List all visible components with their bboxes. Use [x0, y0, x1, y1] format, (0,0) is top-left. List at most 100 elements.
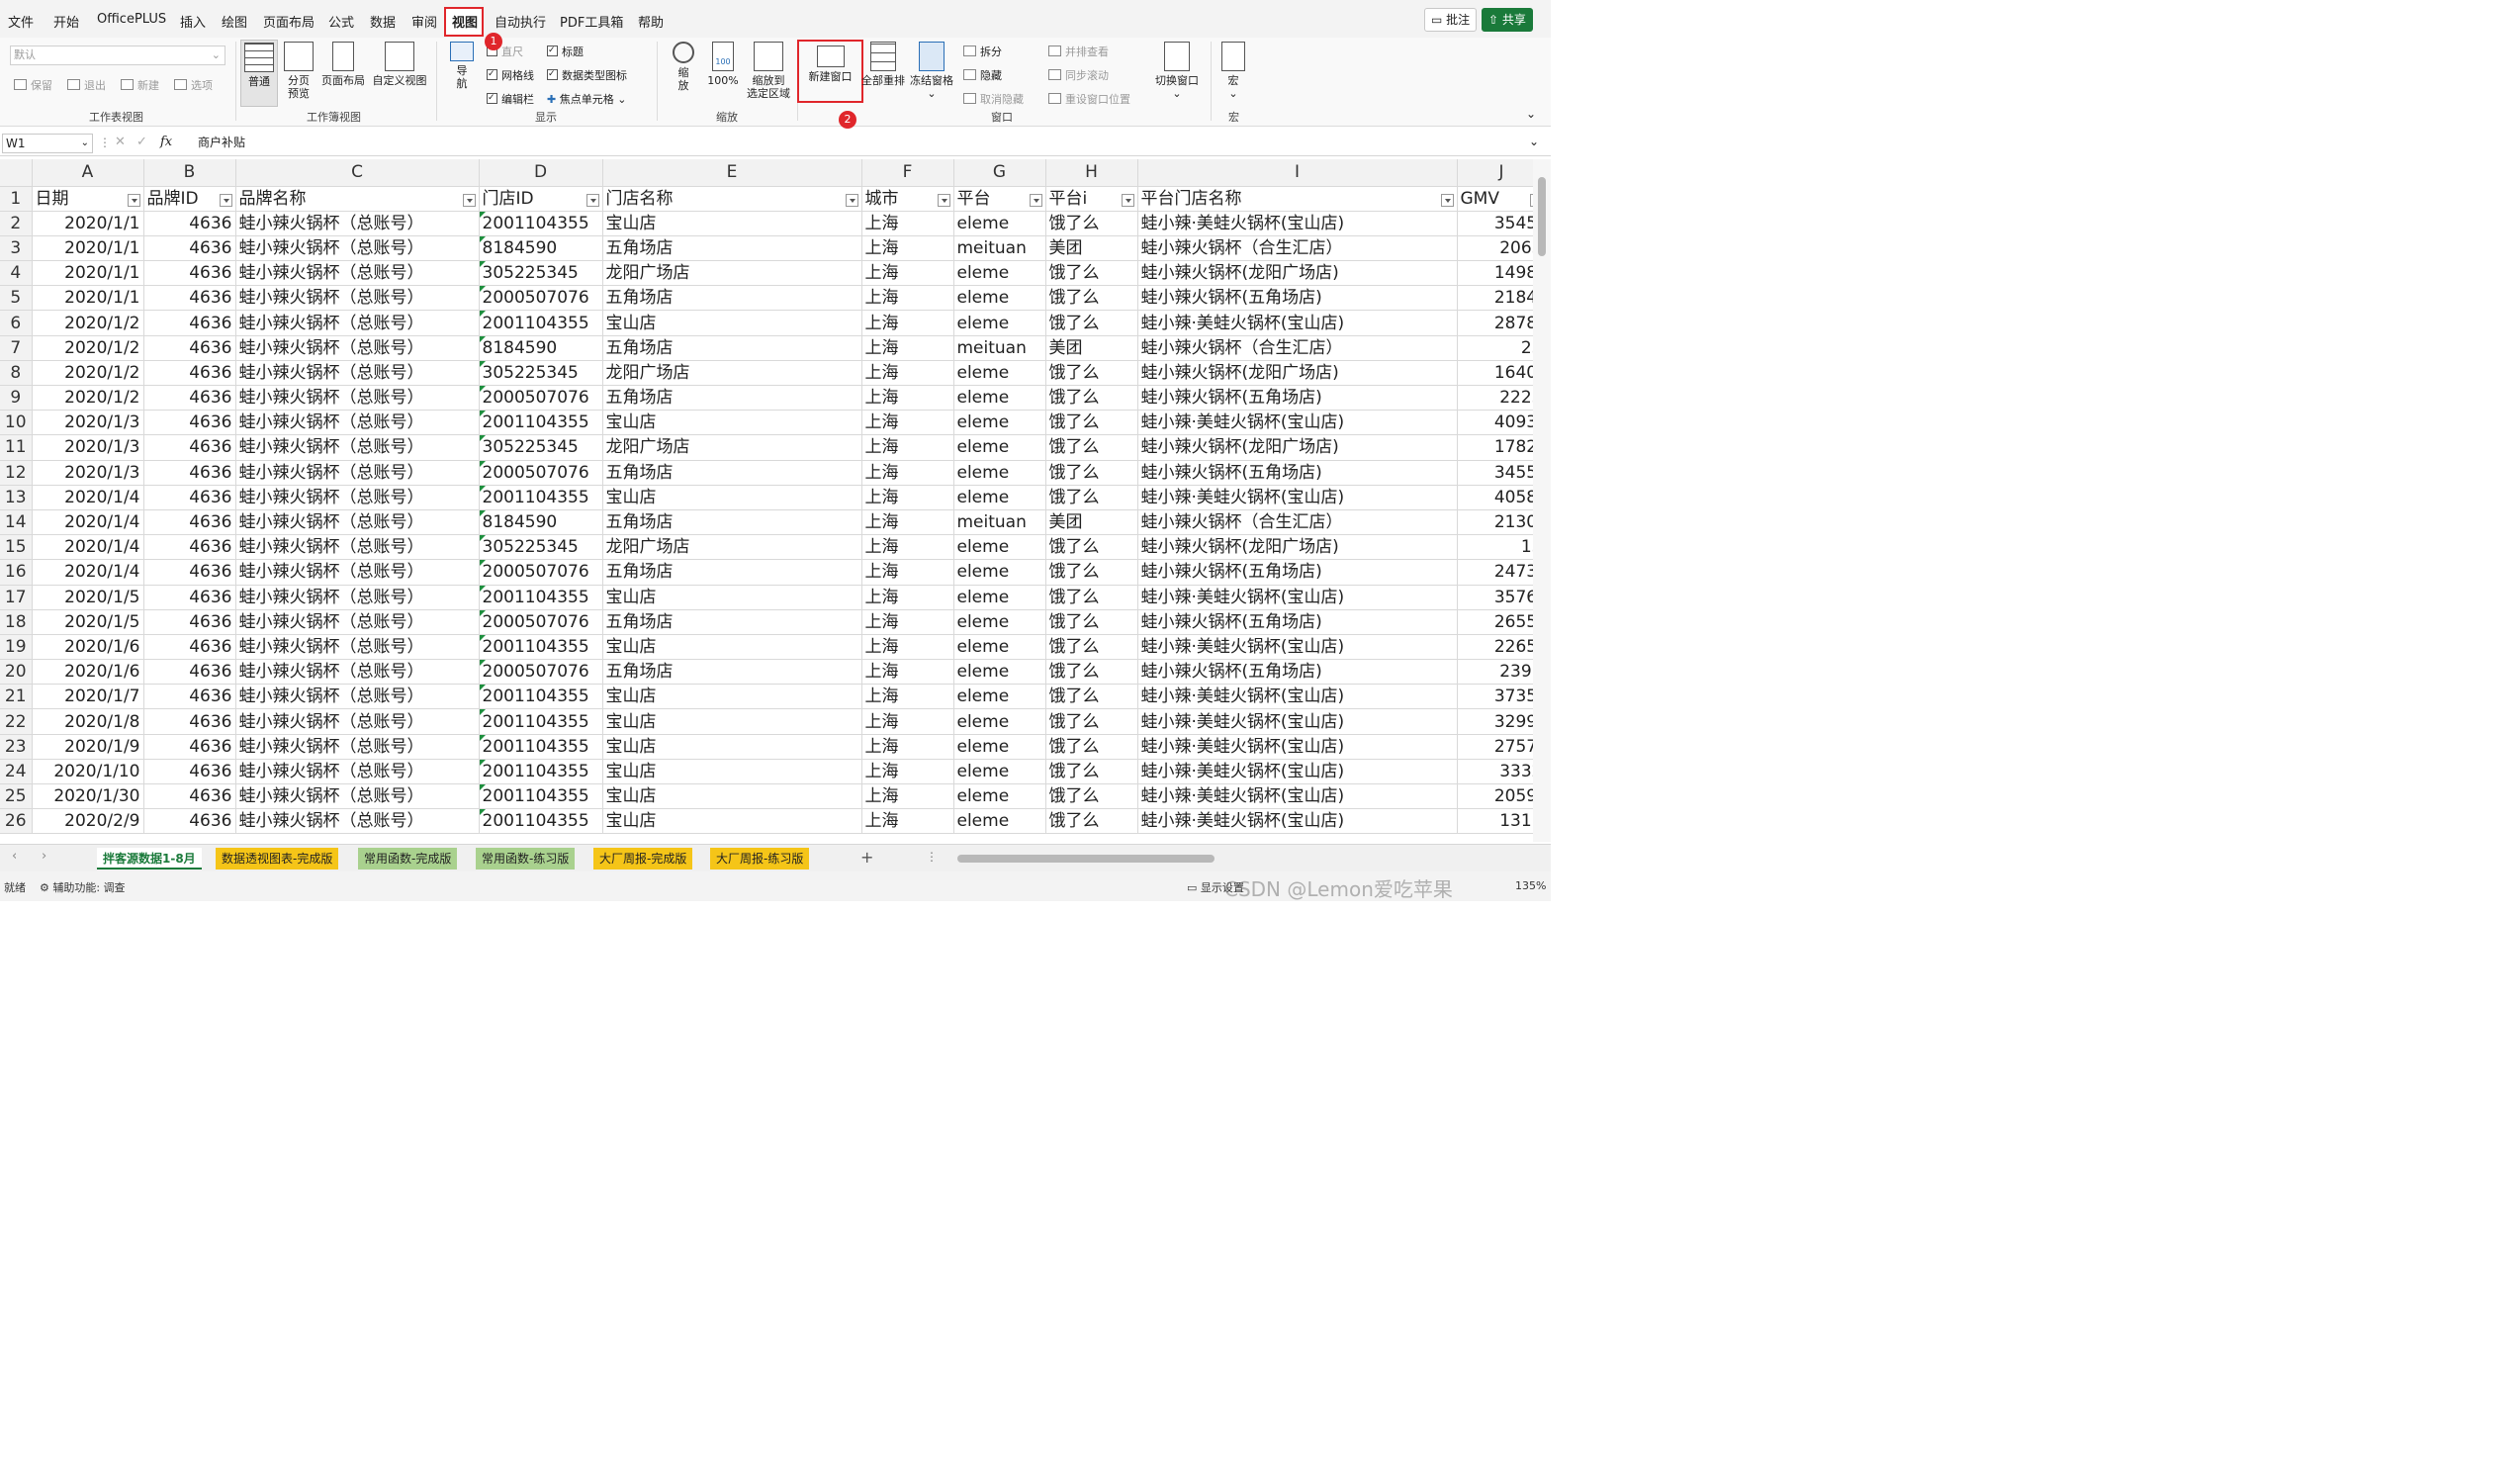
- cell[interactable]: 蛙小辣火锅杯（总账号）: [235, 783, 480, 810]
- cell[interactable]: 饿了么: [1045, 684, 1138, 710]
- cell[interactable]: 蛙小辣火锅杯（总账号）: [235, 285, 480, 312]
- insert-function-icon[interactable]: fx: [160, 135, 172, 149]
- cell[interactable]: 蛙小辣火锅杯（总账号）: [235, 609, 480, 635]
- menu-insert[interactable]: 插入: [180, 12, 206, 31]
- cell[interactable]: 2001104355: [479, 634, 603, 661]
- cell[interactable]: 2020/1/5: [32, 585, 144, 610]
- cell[interactable]: 蛙小辣火锅杯(五角场店): [1137, 659, 1458, 686]
- prev-sheet-icon[interactable]: ‹: [12, 849, 17, 864]
- datatype-icons-checkbox[interactable]: 数据类型图标: [547, 67, 627, 83]
- cell[interactable]: 上海: [861, 285, 954, 312]
- cell[interactable]: 2001104355: [479, 485, 603, 510]
- cell[interactable]: 305225345: [479, 360, 603, 387]
- header-cell[interactable]: 平台: [953, 186, 1046, 212]
- row-header[interactable]: 2: [0, 211, 33, 236]
- row-header[interactable]: 9: [0, 385, 33, 412]
- cell[interactable]: 上海: [861, 534, 954, 561]
- menu-file[interactable]: 文件: [8, 12, 34, 31]
- cell[interactable]: 蛙小辣火锅杯（合生汇店）: [1137, 335, 1458, 361]
- custom-views-button[interactable]: 自定义视图: [371, 40, 428, 87]
- row-header[interactable]: 14: [0, 509, 33, 536]
- cell[interactable]: eleme: [953, 260, 1046, 287]
- headings-checkbox[interactable]: 标题: [547, 44, 584, 59]
- cell[interactable]: 龙阳广场店: [602, 260, 862, 287]
- cell[interactable]: 蛙小辣·美蛙火锅杯(宝山店): [1137, 684, 1458, 710]
- cell[interactable]: 2020/1/30: [32, 783, 144, 810]
- page-layout-button[interactable]: 页面布局: [320, 40, 366, 87]
- cell[interactable]: 饿了么: [1045, 460, 1138, 486]
- cell[interactable]: 蛙小辣火锅杯(五角场店): [1137, 609, 1458, 635]
- cell[interactable]: 305225345: [479, 534, 603, 561]
- cell[interactable]: 饿了么: [1045, 585, 1138, 610]
- cell[interactable]: 龙阳广场店: [602, 534, 862, 561]
- cell[interactable]: eleme: [953, 659, 1046, 686]
- name-box[interactable]: W1 ⌄: [2, 134, 93, 153]
- cell[interactable]: 4636: [143, 360, 236, 387]
- cell[interactable]: 饿了么: [1045, 559, 1138, 586]
- cell[interactable]: 饿了么: [1045, 285, 1138, 312]
- cell[interactable]: eleme: [953, 808, 1046, 835]
- next-sheet-icon[interactable]: ›: [42, 849, 46, 864]
- cell[interactable]: 蛙小辣火锅杯（合生汇店）: [1137, 509, 1458, 536]
- cell[interactable]: 蛙小辣火锅杯（总账号）: [235, 410, 480, 436]
- cell[interactable]: 2020/1/1: [32, 260, 144, 287]
- normal-view-button[interactable]: 普通: [240, 40, 278, 107]
- cell[interactable]: 4636: [143, 534, 236, 561]
- cell[interactable]: 蛙小辣火锅杯（总账号）: [235, 708, 480, 735]
- cell[interactable]: 4636: [143, 585, 236, 610]
- cell[interactable]: 2020/1/4: [32, 485, 144, 510]
- header-cell[interactable]: 平台门店名称: [1137, 186, 1458, 212]
- split-button[interactable]: 拆分: [963, 44, 1002, 59]
- menu-home[interactable]: 开始: [53, 12, 79, 31]
- menu-data[interactable]: 数据: [370, 12, 396, 31]
- cell[interactable]: 蛙小辣·美蛙火锅杯(宝山店): [1137, 783, 1458, 810]
- add-sheet-button[interactable]: +: [860, 848, 873, 867]
- row-header[interactable]: 16: [0, 559, 33, 586]
- cell[interactable]: 2020/1/1: [32, 211, 144, 236]
- menu-help[interactable]: 帮助: [638, 12, 664, 31]
- row-header[interactable]: 8: [0, 360, 33, 387]
- cell[interactable]: 上海: [861, 260, 954, 287]
- cell[interactable]: 4636: [143, 659, 236, 686]
- cell[interactable]: 上海: [861, 360, 954, 387]
- cell[interactable]: 4636: [143, 485, 236, 510]
- cell[interactable]: 蛙小辣火锅杯（总账号）: [235, 385, 480, 412]
- cell[interactable]: 上海: [861, 609, 954, 635]
- cell[interactable]: 饿了么: [1045, 759, 1138, 785]
- cell[interactable]: 宝山店: [602, 485, 862, 510]
- cell[interactable]: 上海: [861, 434, 954, 461]
- row-header[interactable]: 11: [0, 434, 33, 461]
- cell[interactable]: 宝山店: [602, 684, 862, 710]
- cell[interactable]: 2001104355: [479, 585, 603, 610]
- cell[interactable]: 2001104355: [479, 783, 603, 810]
- cell[interactable]: 蛙小辣火锅杯（总账号）: [235, 808, 480, 835]
- formula-bar-checkbox[interactable]: 编辑栏: [487, 91, 534, 107]
- cell[interactable]: 宝山店: [602, 585, 862, 610]
- cell[interactable]: 蛙小辣火锅杯（总账号）: [235, 211, 480, 236]
- cell[interactable]: 饿了么: [1045, 485, 1138, 510]
- cell[interactable]: 上海: [861, 759, 954, 785]
- cell[interactable]: 2020/1/9: [32, 734, 144, 760]
- cell[interactable]: 4636: [143, 559, 236, 586]
- cell[interactable]: 蛙小辣火锅杯(龙阳广场店): [1137, 434, 1458, 461]
- row-header[interactable]: 13: [0, 485, 33, 510]
- cell[interactable]: eleme: [953, 559, 1046, 586]
- cell[interactable]: 饿了么: [1045, 609, 1138, 635]
- cell[interactable]: 蛙小辣火锅杯（总账号）: [235, 759, 480, 785]
- menu-pdf-tools[interactable]: PDF工具箱: [560, 12, 623, 31]
- cell[interactable]: 蛙小辣火锅杯（总账号）: [235, 485, 480, 510]
- cell[interactable]: 上海: [861, 460, 954, 486]
- cell[interactable]: 五角场店: [602, 609, 862, 635]
- sheet-tab[interactable]: 常用函数-完成版: [358, 848, 458, 870]
- menu-page-layout[interactable]: 页面布局: [263, 12, 315, 31]
- menu-automate[interactable]: 自动执行: [495, 12, 546, 31]
- cell[interactable]: 饿了么: [1045, 410, 1138, 436]
- cell[interactable]: 蛙小辣火锅杯（总账号）: [235, 734, 480, 760]
- menu-officeplus[interactable]: OfficePLUS: [97, 12, 166, 27]
- cell[interactable]: 蛙小辣火锅杯（总账号）: [235, 684, 480, 710]
- filter-dropdown-icon[interactable]: [462, 193, 476, 207]
- cell[interactable]: 五角场店: [602, 659, 862, 686]
- accessibility-status[interactable]: ⚙ 辅助功能: 调查: [40, 879, 126, 895]
- row-header[interactable]: 12: [0, 460, 33, 486]
- scroll-thumb[interactable]: [1538, 177, 1546, 256]
